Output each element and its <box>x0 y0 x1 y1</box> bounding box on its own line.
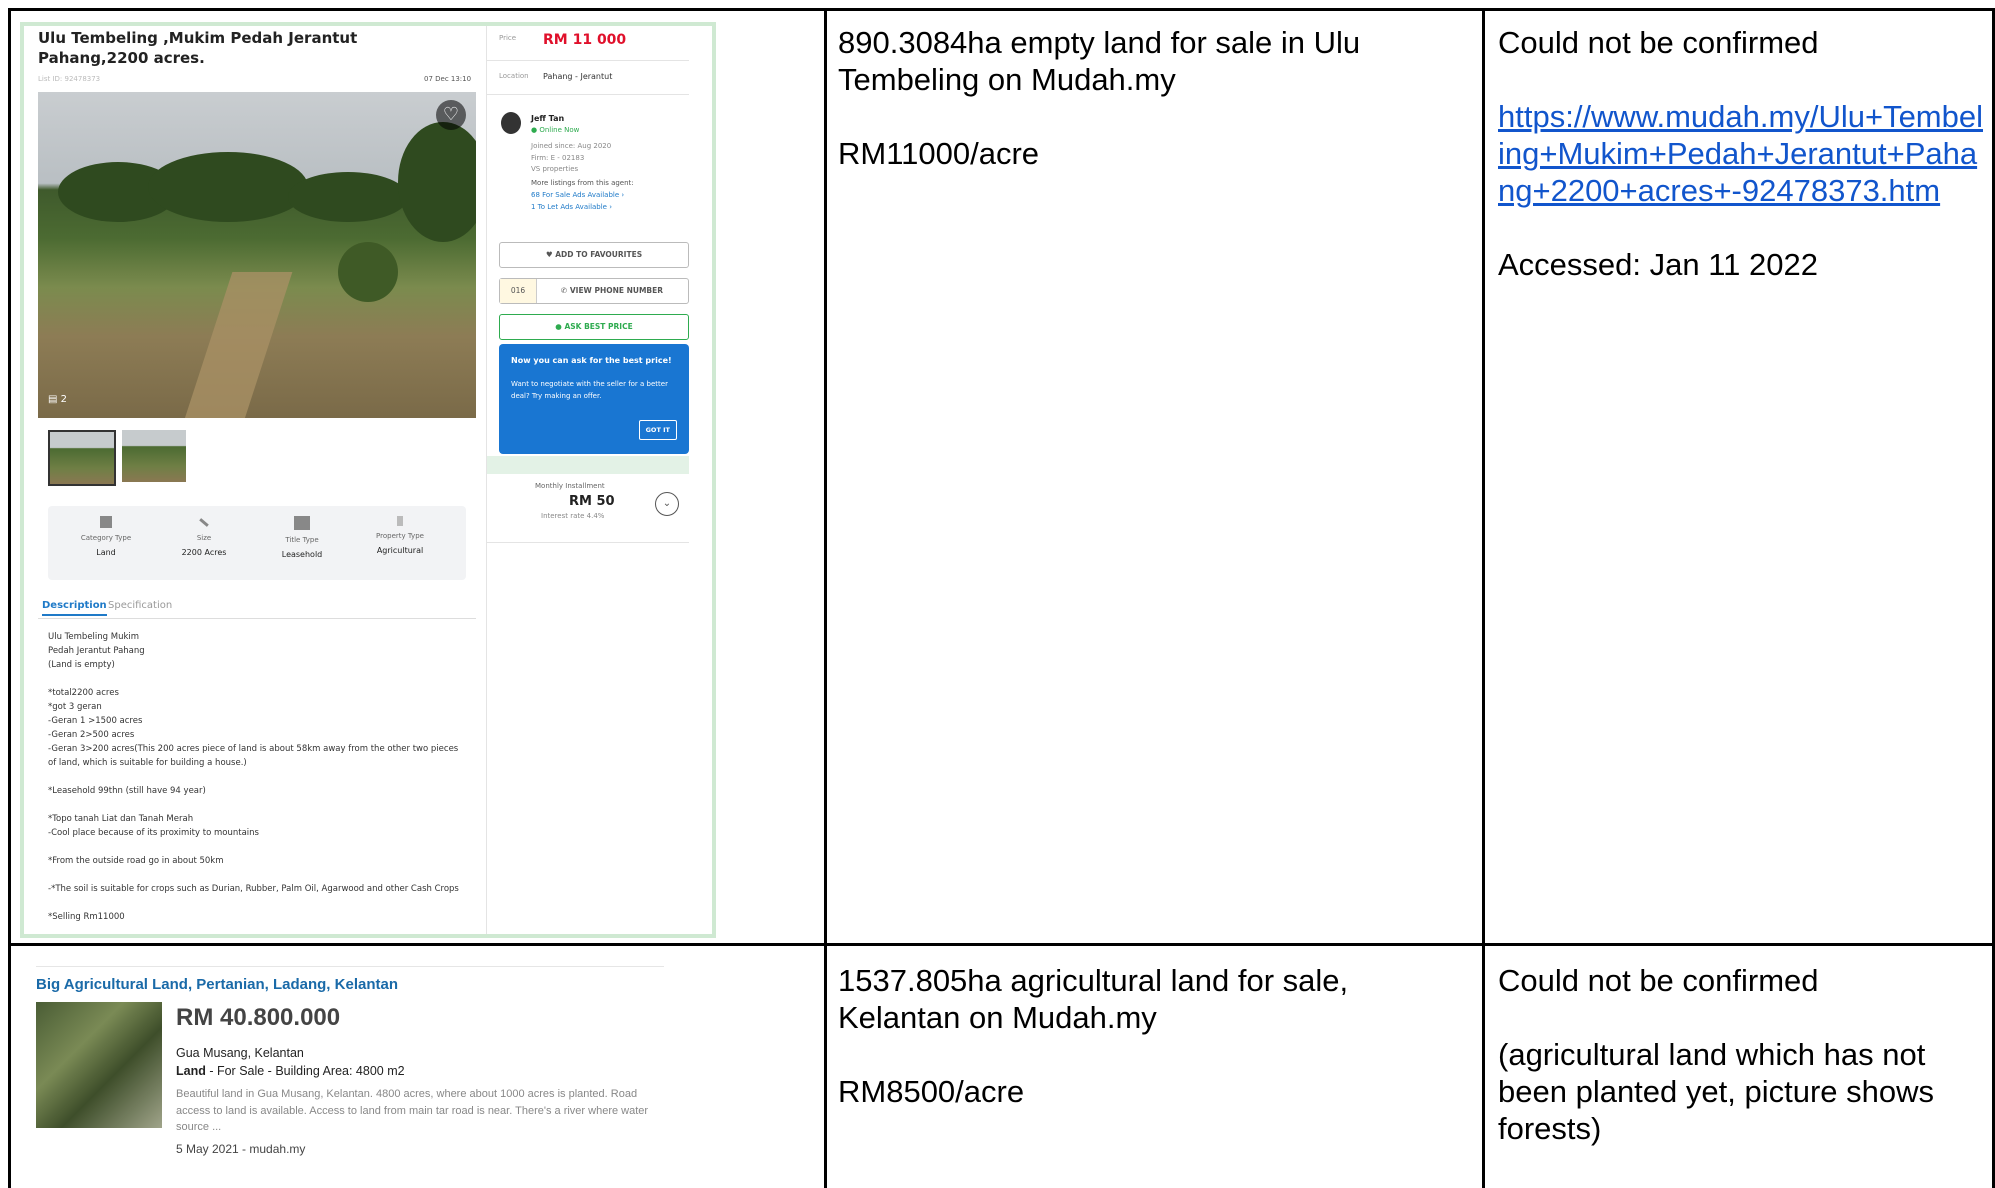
plant-icon <box>397 516 403 526</box>
agent-joined: Joined since: Aug 2020 <box>531 142 612 150</box>
attribute-size: Size 2200 Acres <box>154 516 254 557</box>
heart-icon: ♥ <box>545 250 553 259</box>
phone-prefix: 016 <box>500 279 537 303</box>
installment-label: Monthly Installment <box>535 482 605 490</box>
building-icon <box>100 516 112 528</box>
row1-accessed-date: Accessed: Jan 11 2022 <box>1498 247 1818 282</box>
chat-icon: ● <box>555 322 562 331</box>
document-icon <box>294 516 310 530</box>
row2-description-cell: 1537.805ha agricultural land for sale, K… <box>838 962 1468 1110</box>
listing-date: 07 Dec 13:10 <box>424 75 472 83</box>
attribute-category: Category Type Land <box>56 516 156 557</box>
result-forest-image <box>36 1002 162 1128</box>
row2-status: Could not be confirmed <box>1498 963 1819 998</box>
let-ads-link[interactable]: 1 To Let Ads Available › <box>531 203 612 211</box>
phone-icon: ✆ <box>560 286 568 295</box>
listing-sidebar: Price RM 11 000 Location Pahang - Jerant… <box>486 26 689 934</box>
tooltip-title: Now you can ask for the best price! <box>511 356 672 365</box>
table-col-divider-1 <box>824 8 827 1188</box>
result-snippet: Beautiful land in Gua Musang, Kelantan. … <box>176 1088 649 1133</box>
row2-note: (agricultural land which has not been pl… <box>1498 1037 1934 1146</box>
row1-source-link[interactable]: https://www.mudah.my/Ulu+Tembeling+Mukim… <box>1498 99 1983 208</box>
table-top-border <box>8 8 1995 11</box>
interest-rate: Interest rate 4.4% <box>541 512 605 520</box>
listing-description: Ulu Tembeling Mukim Pedah Jerantut Pahan… <box>48 632 459 922</box>
location-label: Location <box>499 72 529 80</box>
photo-thumbnail[interactable] <box>48 430 116 486</box>
favourite-heart-icon[interactable]: ♡ <box>436 100 466 130</box>
result-type: Land - For Sale - Building Area: 4800 m2 <box>176 1064 405 1078</box>
attribute-title-type: Title Type Leasehold <box>252 516 352 559</box>
listing-screenshot-ulu-tembeling: Ulu Tembeling ,Mukim Pedah Jerantut Paha… <box>20 22 716 938</box>
row1-price-per-acre: RM11000/acre <box>838 136 1040 171</box>
price-value: RM 11 000 <box>543 32 627 48</box>
agent-company: VS properties <box>531 165 579 173</box>
best-price-tooltip: Now you can ask for the best price! Want… <box>499 344 689 454</box>
price-row: Price RM 11 000 <box>487 26 689 61</box>
row2-source-cell: Could not be confirmed (agricultural lan… <box>1498 962 1984 1147</box>
agent-avatar <box>501 112 521 134</box>
agent-name: Jeff Tan <box>531 114 565 123</box>
monthly-installment: Monthly Installment RM 50 Interest rate … <box>487 456 689 543</box>
description-tabs: Description Specification <box>38 598 476 619</box>
agent-online-status: ● Online Now <box>531 126 580 134</box>
table-col-divider-2 <box>1482 8 1485 1188</box>
divider <box>36 966 664 967</box>
row2-price-per-acre: RM8500/acre <box>838 1074 1025 1109</box>
ask-best-price-button[interactable]: ● ASK BEST PRICE <box>499 314 689 340</box>
ruler-icon <box>199 518 209 527</box>
agent-more-listings: More listings from this agent: <box>531 179 634 187</box>
installment-value: RM 50 <box>569 494 615 509</box>
agent-firm: Firm: E - 02183 <box>531 154 585 162</box>
tab-description[interactable]: Description <box>42 600 107 616</box>
table-left-border <box>8 8 11 1188</box>
attribute-property-type: Property Type Agricultural <box>350 516 450 555</box>
result-location: Gua Musang, Kelantan <box>176 1046 304 1060</box>
search-result-screenshot-kelantan: Big Agricultural Land, Pertanian, Ladang… <box>20 960 670 1160</box>
row2-land-description: 1537.805ha agricultural land for sale, K… <box>838 963 1349 1035</box>
listing-photo <box>38 92 476 418</box>
location-value: Pahang - Jerantut <box>543 72 613 81</box>
row1-status: Could not be confirmed <box>1498 25 1819 60</box>
photo-count: ▤ 2 <box>48 394 68 405</box>
result-date: 5 May 2021 - mudah.my <box>176 1142 306 1156</box>
sale-ads-link[interactable]: 68 For Sale Ads Available › <box>531 191 624 199</box>
row1-description-cell: 890.3084ha empty land for sale in Ulu Te… <box>838 24 1468 172</box>
tooltip-body: Want to negotiate with the seller for a … <box>511 380 668 400</box>
got-it-button[interactable]: GOT IT <box>638 420 677 440</box>
result-title[interactable]: Big Agricultural Land, Pertanian, Ladang… <box>36 976 398 993</box>
listing-title: Ulu Tembeling ,Mukim Pedah Jerantut Paha… <box>38 29 358 67</box>
row1-land-description: 890.3084ha empty land for sale in Ulu Te… <box>838 25 1361 97</box>
price-label: Price <box>499 34 517 42</box>
chevron-down-icon[interactable]: ⌄ <box>655 492 679 516</box>
row1-source-cell: Could not be confirmed https://www.mudah… <box>1498 24 1984 283</box>
photo-thumbnail[interactable] <box>122 430 186 482</box>
table-row-divider <box>8 943 1995 946</box>
location-row: Location Pahang - Jerantut <box>487 60 689 95</box>
property-attributes: Category Type Land Size 2200 Acres Title T… <box>48 506 466 580</box>
add-to-favourites-button[interactable]: ♥ ADD TO FAVOURITES <box>499 242 689 268</box>
result-price: RM 40.800.000 <box>176 1004 341 1031</box>
view-phone-button[interactable]: 016 ✆ VIEW PHONE NUMBER <box>499 278 689 304</box>
tab-specification[interactable]: Specification <box>108 600 172 611</box>
listing-id: List ID: 92478373 <box>38 75 101 83</box>
